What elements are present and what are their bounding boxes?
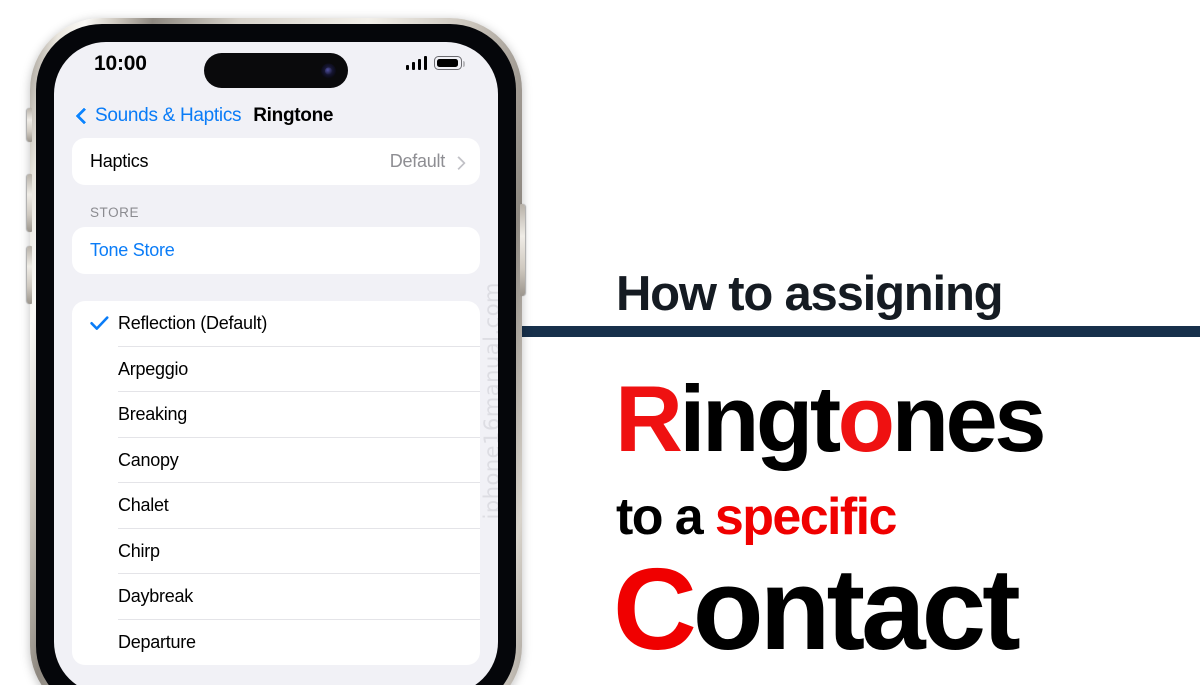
headline-subline-part1: to a [616, 488, 715, 546]
headline-contact-part2: ontact [692, 544, 1021, 674]
headline-contact-part1: C [613, 544, 697, 674]
list-item[interactable]: Departure [72, 620, 480, 666]
dynamic-island[interactable] [204, 53, 348, 88]
cellular-signal-icon [405, 56, 427, 70]
phone-screen: 10:00 Sounds & Haptics Ringtone Haptics … [54, 42, 498, 685]
promo-text-panel: How to assigning Ringtones to a specific… [513, 0, 1200, 685]
haptics-row[interactable]: Haptics Default [72, 138, 480, 185]
haptics-card: Haptics Default [72, 138, 480, 185]
page-title: Ringtone [253, 105, 334, 126]
list-item-label: Chirp [118, 540, 160, 561]
status-time: 10:00 [94, 52, 147, 75]
headline-subline: to a specific [616, 488, 897, 546]
volume-up-button[interactable] [27, 174, 32, 232]
action-button[interactable] [27, 108, 32, 142]
list-item-label: Arpeggio [118, 358, 189, 379]
side-power-button[interactable] [520, 204, 525, 296]
list-item[interactable]: Breaking [72, 392, 480, 438]
volume-down-button[interactable] [27, 246, 32, 304]
headline-ringtones-part2: ingt [679, 366, 841, 471]
headline-ringtones-part3: o [837, 366, 895, 471]
back-button-label: Sounds & Haptics [95, 105, 242, 126]
navigation-bar: Sounds & Haptics Ringtone [54, 94, 498, 138]
status-indicators [405, 56, 465, 70]
navy-divider-bar [513, 326, 1200, 337]
store-section-header: STORE [90, 205, 140, 220]
settings-content: Haptics Default STORE Tone Store Reflect… [54, 138, 498, 665]
list-item[interactable]: Chirp [72, 529, 480, 574]
headline-ringtones-part1: R [615, 366, 683, 471]
list-item[interactable]: Arpeggio [72, 347, 480, 392]
iphone-mockup: 10:00 Sounds & Haptics Ringtone Haptics … [27, 18, 525, 685]
status-bar: 10:00 [54, 42, 498, 94]
chevron-left-icon [76, 106, 88, 126]
checkmark-icon [90, 316, 118, 331]
headline-subline-part2: specific [714, 488, 897, 546]
phone-bezel: 10:00 Sounds & Haptics Ringtone Haptics … [36, 24, 516, 685]
list-item-label: Departure [118, 631, 196, 652]
tone-store-row[interactable]: Tone Store [72, 227, 480, 274]
list-item-label: Breaking [118, 404, 188, 425]
haptics-label: Haptics [90, 151, 149, 171]
list-item[interactable]: Reflection (Default) [72, 301, 480, 347]
back-button[interactable]: Sounds & Haptics [76, 105, 242, 127]
list-item[interactable]: Chalet [72, 483, 480, 529]
list-item-label: Reflection (Default) [118, 313, 268, 334]
headline-top: How to assigning [616, 267, 1004, 321]
tone-store-label: Tone Store [90, 240, 175, 260]
list-item[interactable]: Canopy [72, 438, 480, 483]
headline-ringtones-part4: nes [891, 366, 1047, 471]
battery-icon [434, 56, 465, 70]
tone-store-card: Tone Store [72, 227, 480, 274]
screenshot-root: How to assigning Ringtones to a specific… [0, 0, 1200, 685]
headline-ringtones: Ringtones [615, 372, 1047, 466]
list-item-label: Chalet [118, 495, 169, 516]
haptics-value: Default [389, 151, 446, 171]
front-camera-icon [321, 63, 336, 78]
list-item-label: Canopy [118, 449, 179, 470]
headline-contact: Contact [613, 551, 1021, 667]
list-item-label: Daybreak [118, 586, 194, 607]
ringtone-list-card: Reflection (Default) Arpeggio Breaking C… [72, 301, 480, 665]
chevron-right-icon [454, 154, 464, 170]
list-item[interactable]: Daybreak [72, 574, 480, 620]
